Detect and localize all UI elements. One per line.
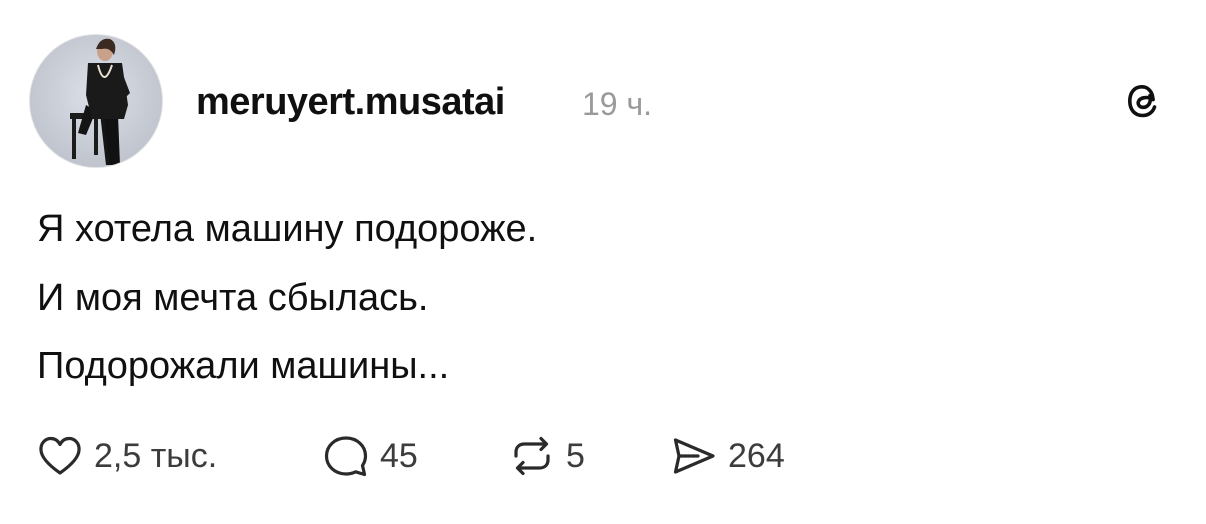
repost-button[interactable]: 5 — [508, 428, 585, 484]
username[interactable]: meruyert.musatai — [196, 80, 505, 124]
share-button[interactable]: 264 — [670, 428, 785, 484]
like-button[interactable]: 2,5 тыс. — [36, 428, 217, 484]
repost-arrows-icon — [508, 432, 556, 480]
post-text-line: Я хотела машину подороже. — [37, 208, 538, 250]
like-count: 2,5 тыс. — [94, 436, 218, 475]
threads-post: meruyert.musatai 19 ч. Я хотела машину п… — [0, 0, 1206, 524]
post-text-line: И моя мечта сбылась. — [37, 277, 429, 319]
threads-logo-icon[interactable] — [1122, 78, 1164, 124]
reply-count: 45 — [380, 436, 418, 475]
send-plane-icon — [670, 432, 718, 480]
avatar-photo — [30, 35, 162, 167]
timestamp: 19 ч. — [582, 86, 653, 122]
share-count: 264 — [728, 436, 785, 475]
avatar[interactable] — [30, 35, 162, 167]
heart-icon — [36, 432, 84, 480]
repost-count: 5 — [566, 436, 585, 475]
comment-bubble-icon — [322, 432, 370, 480]
post-text-line: Подорожали машины... — [37, 345, 450, 387]
reply-button[interactable]: 45 — [322, 428, 418, 484]
